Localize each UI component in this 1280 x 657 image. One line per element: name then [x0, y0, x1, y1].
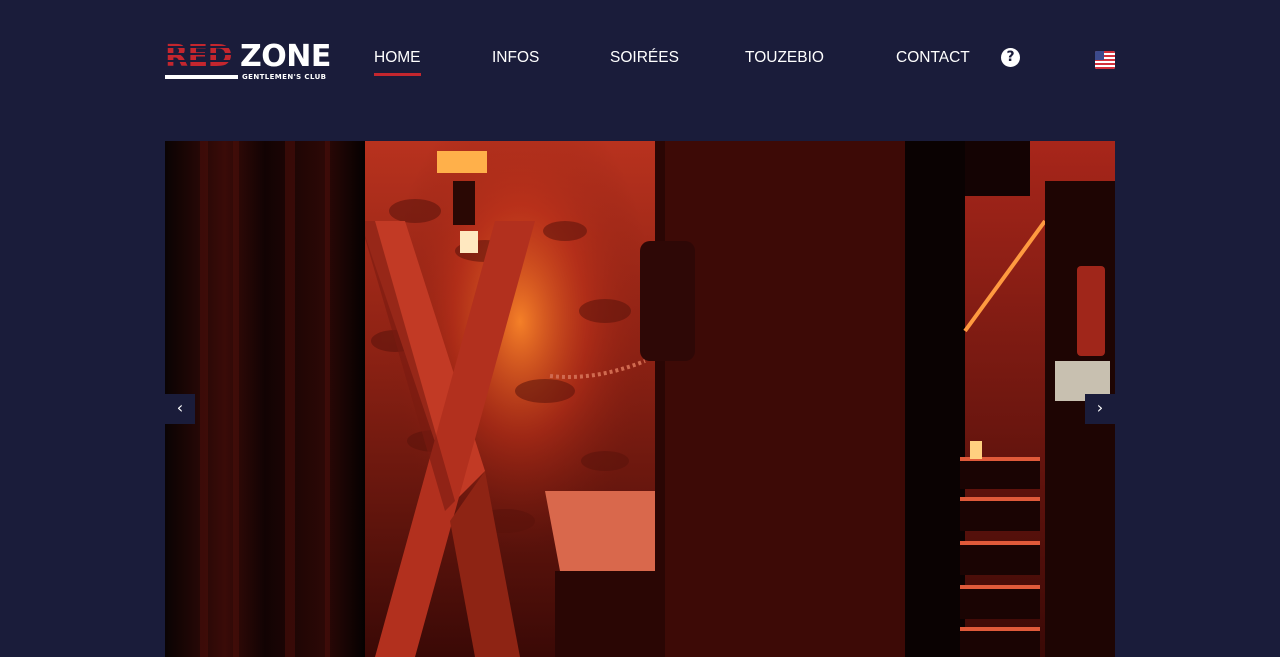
nav-item-touzebio[interactable]: TOUZEBIO — [745, 49, 824, 67]
site-header: RED ZONE GENTLEMEN'S CLUB HOME INFOS SOI… — [165, 40, 1115, 81]
nav-item-infos[interactable]: INFOS — [492, 49, 539, 67]
slider-next-button[interactable]: › — [1085, 394, 1115, 424]
main-nav: HOME INFOS SOIRÉES TOUZEBIO CONTACT ? — [165, 40, 1115, 80]
nav-item-home[interactable]: HOME — [374, 49, 421, 76]
help-icon[interactable]: ? — [1001, 48, 1020, 67]
nav-item-contact[interactable]: CONTACT — [896, 49, 970, 67]
nav-item-soirees[interactable]: SOIRÉES — [610, 49, 679, 67]
hero-slider: ‹ › — [165, 141, 1115, 657]
slider-prev-button[interactable]: ‹ — [165, 394, 195, 424]
page: RED ZONE GENTLEMEN'S CLUB HOME INFOS SOI… — [0, 0, 1280, 657]
slide-photo — [165, 141, 1115, 657]
us-flag-icon[interactable] — [1095, 50, 1115, 70]
